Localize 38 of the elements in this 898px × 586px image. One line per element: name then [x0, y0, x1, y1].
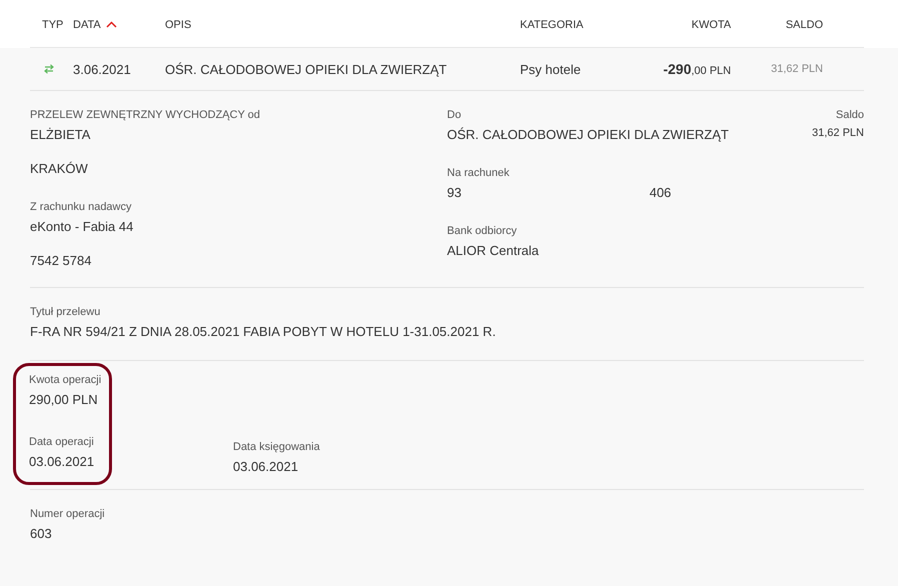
- field-value: ALIOR Centrala: [447, 242, 540, 260]
- field-label: Saldo: [836, 109, 864, 121]
- date-cell-text: 3.06.2021: [73, 62, 132, 76]
- field-value: eKonto - Fabia 44: [30, 218, 134, 236]
- field-value: ELŻBIETA: [30, 126, 92, 144]
- field-value: OŚR. CAŁODOBOWEJ OPIEKI DLA ZWIERZĄT: [447, 126, 730, 144]
- field-label: Kwota operacji: [29, 374, 99, 386]
- amount-cell: -290,00 PLN: [663, 61, 731, 77]
- column-header[interactable]: TYP: [30, 18, 73, 30]
- field-label: Na rachunek: [447, 167, 510, 179]
- field-label: Z rachunku nadawcy: [30, 201, 132, 213]
- field-value: 7542 5784: [30, 252, 92, 270]
- field-label: Tytuł przelewu: [30, 306, 102, 318]
- field-value: 406: [649, 184, 672, 202]
- field-label: Data księgowania: [233, 441, 320, 453]
- balance-cell: 31,62 PLN: [771, 63, 823, 75]
- field-value: 290,00 PLN: [29, 391, 99, 409]
- column-header[interactable]: KATEGORIA: [520, 18, 620, 30]
- field-label: Do: [447, 109, 462, 121]
- field-value: F-RA NR 594/21 Z DNIA 28.05.2021 FABIA POBYT W HOTELU 1-31.05.2021 R.: [30, 323, 497, 341]
- field-label: Bank odbiorcy: [447, 225, 518, 237]
- description-cell-text: OŚR. CAŁODOBOWEJ OPIEKI DLA ZWIERZĄT: [165, 62, 448, 76]
- sort-caret-icon: [106, 21, 117, 28]
- field-value: KRAKÓW: [30, 160, 89, 178]
- column-header[interactable]: SALDO: [786, 18, 823, 30]
- field-value: 03.06.2021: [233, 458, 300, 476]
- transfer-icon: [44, 64, 54, 74]
- field-label: Data operacji: [29, 436, 95, 448]
- column-header[interactable]: OPIS: [165, 18, 520, 30]
- column-header[interactable]: DATA: [73, 18, 165, 30]
- category-cell-text: Psy hotele: [520, 62, 582, 76]
- column-header[interactable]: KWOTA: [691, 18, 731, 30]
- field-value: 603: [30, 525, 53, 543]
- field-label: PRZELEW ZEWNĘTRZNY WYCHODZĄCY od: [30, 109, 262, 121]
- field-label: Numer operacji: [30, 508, 106, 520]
- field-value: 03.06.2021: [29, 453, 96, 471]
- field-value: 31,62 PLN: [812, 126, 864, 141]
- field-value: 93: [447, 184, 462, 202]
